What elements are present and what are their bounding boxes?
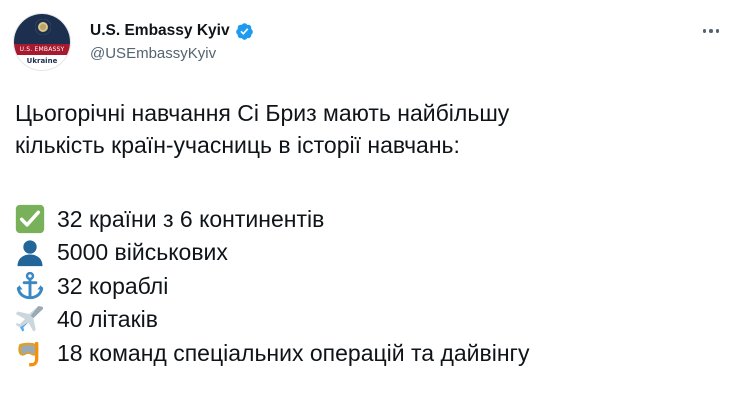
list-item-text: 40 літаків bbox=[57, 306, 158, 333]
more-dot-icon bbox=[702, 29, 707, 33]
diving-mask-icon bbox=[15, 338, 49, 368]
list-item: 32 країни з 6 континентів bbox=[15, 202, 730, 236]
list-item-text: 32 країни з 6 континентів bbox=[57, 205, 325, 232]
more-dot-icon bbox=[709, 29, 713, 33]
list-item: 5000 військових bbox=[15, 236, 730, 270]
tweet-intro-line: Цьогорічні навчання Сі Бриз мають найбіл… bbox=[15, 100, 510, 126]
author-handle[interactable]: @USEmbassyKyiv bbox=[90, 44, 216, 64]
avatar[interactable]: U.S. EMBASSY Ukraine bbox=[13, 13, 71, 71]
verified-badge-icon bbox=[235, 22, 253, 40]
bust-silhouette-icon bbox=[15, 237, 49, 267]
tweet-intro-line: кількість країн-учасниць в історії навча… bbox=[15, 132, 460, 158]
tweet-facts-list: 32 країни з 6 континентів 5000 військови… bbox=[15, 202, 730, 370]
avatar-bottom-text: Ukraine bbox=[26, 57, 58, 65]
embassy-seal-icon bbox=[35, 19, 51, 35]
list-item-text: 32 кораблі bbox=[57, 272, 169, 299]
more-dot-icon bbox=[715, 29, 720, 33]
list-item-text: 18 команд спеціальних операцій та дайвін… bbox=[57, 339, 530, 366]
avatar-stripe-text: U.S. EMBASSY bbox=[14, 44, 70, 55]
list-item: 32 кораблі bbox=[15, 269, 730, 303]
more-options-button[interactable] bbox=[697, 20, 725, 42]
tweet[interactable]: U.S. EMBASSY Ukraine U.S. Embassy Kyiv @… bbox=[0, 0, 742, 401]
airplane-icon bbox=[15, 304, 49, 334]
list-item: 18 команд спеціальних операцій та дайвін… bbox=[15, 336, 730, 370]
tweet-intro: Цьогорічні навчання Сі Бриз мають найбіл… bbox=[15, 97, 730, 161]
check-mark-button-icon bbox=[15, 204, 49, 234]
list-item-text: 5000 військових bbox=[57, 239, 228, 266]
list-item: 40 літаків bbox=[15, 303, 730, 337]
display-name[interactable]: U.S. Embassy Kyiv bbox=[90, 21, 230, 41]
author-name-row: U.S. Embassy Kyiv bbox=[90, 20, 254, 42]
anchor-icon bbox=[15, 271, 49, 301]
avatar-top bbox=[14, 14, 70, 44]
